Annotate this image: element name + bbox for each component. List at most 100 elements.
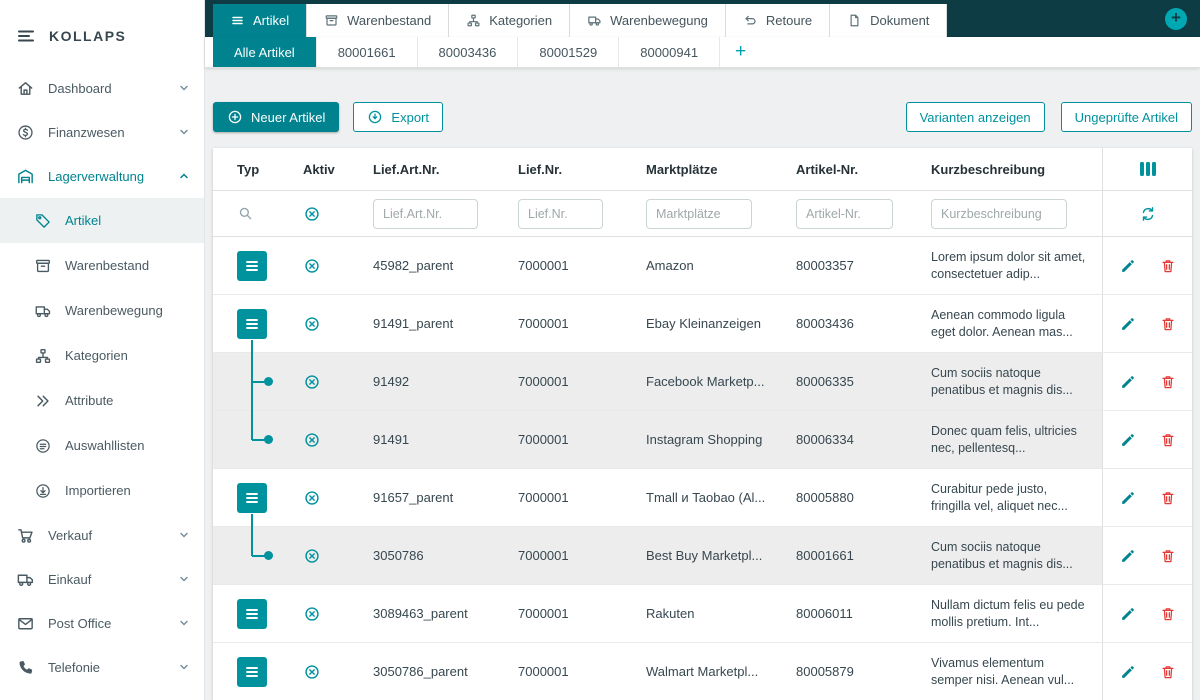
article-tab-label: 80001661 [338, 45, 396, 60]
return-arrow-icon [743, 13, 758, 28]
table-row[interactable]: 45982_parent 7000001 Amazon 80003357 Lor… [213, 237, 1192, 295]
sidebar-item-kategorien[interactable]: Kategorien [0, 333, 204, 378]
edit-button[interactable] [1117, 661, 1139, 683]
unverified-articles-button[interactable]: Ungeprüfte Artikel [1061, 102, 1192, 132]
edit-button[interactable] [1117, 313, 1139, 335]
chevron-down-icon [178, 661, 190, 673]
article-tab[interactable]: 80001529 [518, 37, 619, 67]
new-article-label: Neuer Artikel [251, 110, 325, 125]
export-button[interactable]: Export [353, 102, 443, 132]
variant-list-button[interactable] [237, 599, 267, 629]
filter-artikel-nr-input[interactable] [796, 199, 893, 229]
refresh-icon[interactable] [1139, 205, 1157, 223]
sidebar-item-importieren[interactable]: Importieren [0, 468, 204, 513]
sidebar-item-dashboard[interactable]: Dashboard [0, 66, 204, 110]
edit-button[interactable] [1117, 429, 1139, 451]
active-cell [279, 373, 371, 391]
table-row[interactable]: 91491_parent 7000001 Ebay Kleinanzeigen … [213, 295, 1192, 353]
delete-button[interactable] [1157, 603, 1179, 625]
sidebar-item-warenbewegung[interactable]: Warenbewegung [0, 288, 204, 333]
article-tab[interactable]: 80003436 [418, 37, 519, 67]
edit-button[interactable] [1117, 487, 1139, 509]
table-row[interactable]: 3089463_parent 7000001 Rakuten 80006011 … [213, 585, 1192, 643]
workspace-tab-kategorien[interactable]: Kategorien [449, 4, 570, 37]
type-cell [213, 353, 279, 410]
delete-button[interactable] [1157, 313, 1179, 335]
active-status-icon [303, 605, 321, 623]
article-tab-label: Alle Artikel [234, 45, 295, 60]
table-row[interactable]: 91491 7000001 Instagram Shopping 8000633… [213, 411, 1192, 469]
tree-connector-line [251, 527, 253, 556]
add-article-tab-button[interactable]: + [720, 37, 761, 67]
edit-button[interactable] [1117, 603, 1139, 625]
lief-nr-cell: 7000001 [516, 258, 644, 273]
workspace-tab-warenbestand[interactable]: Warenbestand [307, 4, 449, 37]
sidebar-item-finanzwesen[interactable]: Finanzwesen [0, 110, 204, 154]
table-row[interactable]: 91492 7000001 Facebook Marketp... 800063… [213, 353, 1192, 411]
sidebar-item-label: Auswahllisten [65, 438, 190, 453]
delete-button[interactable] [1157, 371, 1179, 393]
hamburger-menu-icon[interactable] [16, 26, 36, 46]
chevron-down-icon [178, 82, 190, 94]
active-filter-icon[interactable] [303, 205, 321, 223]
lief-art-nr-cell: 91491 [371, 432, 516, 447]
article-tab[interactable]: 80001661 [317, 37, 418, 67]
sidebar-item-lagerverwaltung[interactable]: Lagerverwaltung [0, 154, 204, 198]
sidebar-item-telefonie[interactable]: Telefonie [0, 645, 204, 689]
table-row[interactable]: 91657_parent 7000001 Tmall и Taobao (Al.… [213, 469, 1192, 527]
truck-icon [587, 13, 602, 28]
filter-kurzbeschreibung-input[interactable] [931, 199, 1067, 229]
sidebar-item-artikel[interactable]: Artikel [0, 198, 204, 243]
sidebar-item-post-office[interactable]: Post Office [0, 601, 204, 645]
workspace-tab-dokument[interactable]: Dokument [830, 4, 947, 37]
new-article-button[interactable]: Neuer Artikel [213, 102, 339, 132]
active-status-icon [303, 663, 321, 681]
sidebar-item-label: Lagerverwaltung [48, 169, 165, 184]
edit-button[interactable] [1117, 545, 1139, 567]
show-variants-label: Varianten anzeigen [920, 110, 1031, 125]
workspace-tab-artikel[interactable]: Artikel [213, 4, 307, 37]
sidebar-item-label: Artikel [65, 213, 190, 228]
table-row[interactable]: 3050786 7000001 Best Buy Marketpl... 800… [213, 527, 1192, 585]
list-icon [230, 13, 245, 28]
article-tab[interactable]: Alle Artikel [213, 37, 317, 67]
article-tab[interactable]: 80000941 [619, 37, 720, 67]
delete-button[interactable] [1157, 487, 1179, 509]
variant-list-button[interactable] [237, 483, 267, 513]
delete-button[interactable] [1157, 255, 1179, 277]
chevron-down-icon [178, 617, 190, 629]
header-typ: Typ [213, 148, 279, 190]
filter-lief-nr-input[interactable] [518, 199, 603, 229]
sidebar-item-attribute[interactable]: Attribute [0, 378, 204, 423]
delete-button[interactable] [1157, 429, 1179, 451]
edit-button[interactable] [1117, 255, 1139, 277]
actions-cell [1102, 527, 1192, 584]
show-variants-button[interactable]: Varianten anzeigen [906, 102, 1045, 132]
delete-button[interactable] [1157, 661, 1179, 683]
workspace-tab-warenbewegung[interactable]: Warenbewegung [570, 4, 726, 37]
workspace-tab-retoure[interactable]: Retoure [726, 4, 830, 37]
edit-button[interactable] [1117, 371, 1139, 393]
variant-list-button[interactable] [237, 657, 267, 687]
variant-list-button[interactable] [237, 309, 267, 339]
sidebar-item-verkauf[interactable]: Verkauf [0, 513, 204, 557]
table-row[interactable]: 3050786_parent 7000001 Walmart Marketpl.… [213, 643, 1192, 700]
columns-icon[interactable] [1140, 162, 1156, 176]
lief-nr-cell: 7000001 [516, 432, 644, 447]
filter-marktplaetze-input[interactable] [646, 199, 752, 229]
table-body: 45982_parent 7000001 Amazon 80003357 Lor… [213, 237, 1192, 700]
filter-lief-art-nr-input[interactable] [373, 199, 478, 229]
delete-button[interactable] [1157, 545, 1179, 567]
sidebar-item-warenbestand[interactable]: Warenbestand [0, 243, 204, 288]
download-circle-icon [34, 482, 52, 500]
type-cell [213, 295, 279, 352]
marktplaetze-cell: Best Buy Marketpl... [644, 548, 794, 563]
tree-connector-line [251, 411, 253, 440]
sidebar-item-auswahllisten[interactable]: Auswahllisten [0, 423, 204, 468]
truck-icon [16, 570, 35, 589]
variant-list-button[interactable] [237, 251, 267, 281]
type-cell [213, 237, 279, 294]
header-lief-art-nr: Lief.Art.Nr. [371, 162, 516, 177]
sidebar-item-einkauf[interactable]: Einkauf [0, 557, 204, 601]
add-workspace-tab-button[interactable]: + [1165, 8, 1187, 30]
